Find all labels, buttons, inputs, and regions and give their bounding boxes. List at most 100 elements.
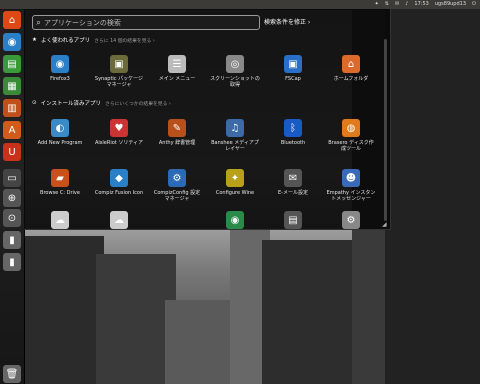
launcher-usb2[interactable]: ▮ xyxy=(3,253,21,271)
app-row3-4-icon: ◉ xyxy=(226,211,244,229)
app-brasero[interactable]: ◍ Brasero ディスク作成ツール xyxy=(326,119,376,152)
app-browse-c-drive[interactable]: ▰ Browse C: Drive xyxy=(35,169,85,196)
app-anthy-dictionary[interactable]: ✎ Anthy 辞書管理 xyxy=(152,119,202,146)
app-compiz-fusion-icon-label: Compiz Fusion Icon xyxy=(94,190,144,196)
app-row3-2-icon: ☁ xyxy=(110,211,128,229)
search-icon: ⌕ xyxy=(36,17,41,27)
user-menu[interactable]: ugs89upd13 xyxy=(435,0,466,9)
filter-results-button[interactable]: 検索条件を修正 › xyxy=(264,17,310,26)
app-browse-c-drive-label: Browse C: Drive xyxy=(40,190,80,196)
clock[interactable]: 17:53 xyxy=(414,0,428,9)
launcher-writer-icon: ▤ xyxy=(7,58,17,70)
app-row3-3[interactable] xyxy=(152,211,202,232)
app-compiz-fusion-icon[interactable]: ◆ Compiz Fusion Icon xyxy=(94,169,144,196)
launcher-software-center-icon: A xyxy=(8,124,16,136)
launcher-usb[interactable]: ▮ xyxy=(3,231,21,249)
check-circle-icon: ⊙ xyxy=(32,100,37,106)
app-fscap-icon: ▣ xyxy=(284,55,302,73)
app-row3-1[interactable]: ☁ xyxy=(35,211,85,232)
launcher-firefox[interactable]: ◉ xyxy=(3,33,21,51)
app-bluetooth[interactable]: ᛒ Bluetooth xyxy=(268,119,318,146)
app-compizconfig[interactable]: ⚙ CompizConfig 設定マネージャ xyxy=(152,169,202,202)
app-firefox-icon: ◉ xyxy=(51,55,69,73)
launcher-ubuntu-one-icon: U xyxy=(8,146,16,158)
section-frequent-header: ★ よく使われるアプリ さらに 14 個の結果を見る › xyxy=(32,36,155,44)
launcher-workspace[interactable]: ▭ xyxy=(3,169,21,187)
app-browse-c-drive-icon: ▰ xyxy=(51,169,69,187)
app-screenshot-icon: ◎ xyxy=(226,55,244,73)
app-row3-2[interactable]: ☁ xyxy=(94,211,144,232)
section-installed-header: ⊙ インストール済みアプリ さらにいくつかの結果を見る › xyxy=(32,99,171,107)
app-row3-5[interactable]: ▤ xyxy=(268,211,318,232)
app-synaptic[interactable]: ▣ Synaptic パッケージマネージャ xyxy=(94,55,144,88)
app-banshee-icon: ♫ xyxy=(226,119,244,137)
section-frequent-title: よく使われるアプリ xyxy=(40,38,91,44)
app-aisleriot-icon: ♥ xyxy=(110,119,128,137)
launcher-workspace-icon: ▭ xyxy=(7,172,17,184)
app-empathy-label: Empathy インスタントメッセンジャー xyxy=(326,190,376,202)
launcher-software-center[interactable]: A xyxy=(3,121,21,139)
app-fscap[interactable]: ▣ FSCap xyxy=(268,55,318,82)
app-fscap-label: FSCap xyxy=(285,76,301,82)
section-installed-title: インストール済みアプリ xyxy=(40,101,102,107)
system-tray: ✦ ⇅ ✉ ♪ 17:53 ugs89upd13 ⏻ xyxy=(375,0,476,9)
launcher-trash[interactable]: 🗑 xyxy=(3,365,21,383)
launcher-trash-icon: 🗑 xyxy=(5,368,19,380)
power-icon[interactable]: ⏻ xyxy=(472,0,476,9)
app-add-new-program-icon: ◐ xyxy=(51,119,69,137)
dropbox-icon[interactable]: ✦ xyxy=(375,0,379,9)
launcher-files-lens-icon: ⊙ xyxy=(7,212,17,224)
volume-icon[interactable]: ♪ xyxy=(405,0,408,9)
app-banshee-label: Banshee メディアプレイヤー xyxy=(211,140,259,152)
building-low xyxy=(165,300,235,384)
app-banshee[interactable]: ♫ Banshee メディアプレイヤー xyxy=(210,119,260,152)
network-icon[interactable]: ⇅ xyxy=(385,0,389,9)
launcher-home-folder-icon: ⌂ xyxy=(8,14,16,26)
launcher-home-folder[interactable]: ⌂ xyxy=(3,11,21,29)
app-compizconfig-icon: ⚙ xyxy=(168,169,186,187)
app-screenshot-label: スクリーンショットの取得 xyxy=(210,76,260,88)
section-frequent-more[interactable]: さらに 14 個の結果を見る › xyxy=(94,37,155,44)
app-row3-6-icon: ⚙ xyxy=(342,211,360,229)
app-home-folder-icon: ⌂ xyxy=(342,55,360,73)
app-add-new-program-label: Add New Program xyxy=(37,140,83,146)
resize-grip-icon[interactable]: ◢ xyxy=(382,221,390,229)
launcher-ubuntu-one[interactable]: U xyxy=(3,143,21,161)
launcher-apps-lens[interactable]: ⊕ xyxy=(3,189,21,207)
app-main-menu[interactable]: ☰ メイン メニュー xyxy=(152,55,202,82)
app-firefox[interactable]: ◉ Firefox3 xyxy=(35,55,85,82)
app-synaptic-label: Synaptic パッケージマネージャ xyxy=(94,76,144,88)
mail-icon[interactable]: ✉ xyxy=(395,0,399,9)
app-aisleriot[interactable]: ♥ AisleRiot ソリティア xyxy=(94,119,144,146)
search-input[interactable]: アプリケーションの検索 xyxy=(44,18,121,28)
launcher-files-lens[interactable]: ⊙ xyxy=(3,209,21,227)
star-icon: ★ xyxy=(32,37,37,43)
app-row3-3-icon xyxy=(168,211,186,229)
launcher-calc[interactable]: ▦ xyxy=(3,77,21,95)
app-home-folder[interactable]: ⌂ ホームフォルダ xyxy=(326,55,376,82)
app-configure-wine-label: Configure Wine xyxy=(215,190,255,196)
app-email-settings[interactable]: ✉ E-メール設定 xyxy=(268,169,318,196)
app-anthy-dictionary-label: Anthy 辞書管理 xyxy=(158,140,196,146)
app-screenshot[interactable]: ◎ スクリーンショットの取得 xyxy=(210,55,260,88)
launcher-impress[interactable]: ▥ xyxy=(3,99,21,117)
building-left xyxy=(24,236,104,384)
app-brasero-icon: ◍ xyxy=(342,119,360,137)
app-add-new-program[interactable]: ◐ Add New Program xyxy=(35,119,85,146)
section-installed-more[interactable]: さらにいくつかの結果を見る › xyxy=(105,100,171,107)
app-row3-6[interactable]: ⚙ xyxy=(326,211,376,232)
app-empathy[interactable]: ☻ Empathy インスタントメッセンジャー xyxy=(326,169,376,202)
launcher-impress-icon: ▥ xyxy=(7,102,17,114)
building-left-center xyxy=(96,254,176,384)
app-compizconfig-label: CompizConfig 設定マネージャ xyxy=(153,190,201,202)
app-main-menu-icon: ☰ xyxy=(168,55,186,73)
launcher-writer[interactable]: ▤ xyxy=(3,55,21,73)
search-box[interactable]: ⌕ アプリケーションの検索 xyxy=(32,15,260,30)
app-brasero-label: Brasero ディスク作成ツール xyxy=(328,140,374,152)
dash-scrollbar[interactable] xyxy=(384,39,387,221)
app-row3-1-icon: ☁ xyxy=(51,211,69,229)
app-empathy-icon: ☻ xyxy=(342,169,360,187)
app-row3-4[interactable]: ◉ xyxy=(210,211,260,232)
app-configure-wine[interactable]: ✦ Configure Wine xyxy=(210,169,260,196)
app-row3-5-icon: ▤ xyxy=(284,211,302,229)
